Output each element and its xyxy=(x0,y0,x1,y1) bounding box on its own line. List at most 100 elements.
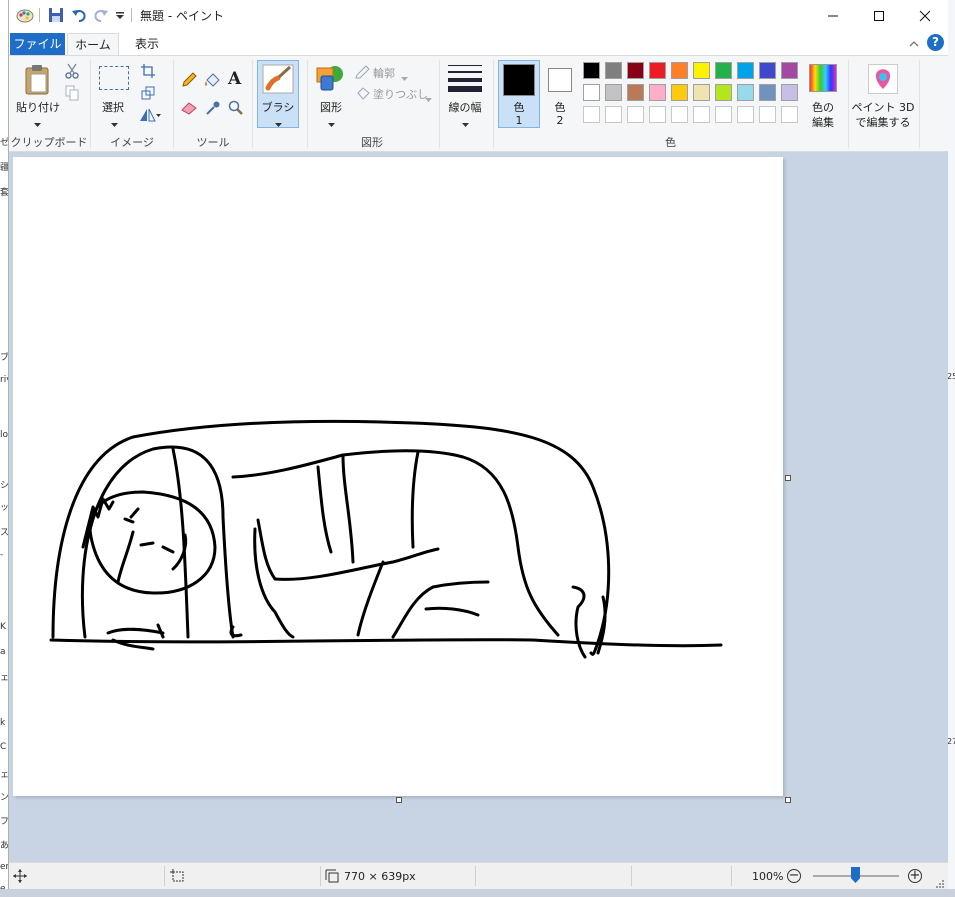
brush-label: ブラシ xyxy=(261,101,295,114)
drawing-canvas[interactable] xyxy=(13,157,783,796)
line-width-dropdown-icon[interactable] xyxy=(462,116,469,130)
palette-swatch[interactable] xyxy=(759,106,776,123)
palette-swatch[interactable] xyxy=(583,106,600,123)
palette-swatch[interactable] xyxy=(693,84,710,101)
undo-icon[interactable] xyxy=(71,6,87,24)
brush-dropdown-icon[interactable] xyxy=(275,116,282,130)
minimize-button[interactable] xyxy=(810,0,856,31)
palette-swatch[interactable] xyxy=(671,84,688,101)
edit-colors-icon[interactable] xyxy=(809,64,837,92)
shapes-button[interactable]: 図形 xyxy=(313,99,349,115)
line-width-button[interactable]: 線の幅 xyxy=(441,99,489,115)
background-window-left: ゼ 疆 套 ブ riv lo シ ッ ス - K a ェ k C ェ ン フ あ… xyxy=(0,0,12,897)
collapse-ribbon-icon[interactable] xyxy=(909,37,919,51)
palette-swatch[interactable] xyxy=(605,106,622,123)
color-picker-icon[interactable] xyxy=(205,100,221,119)
shapes-icon[interactable] xyxy=(315,64,345,95)
palette-swatch[interactable] xyxy=(715,62,732,79)
palette-swatch[interactable] xyxy=(605,84,622,101)
tools-group-label: ツール xyxy=(196,136,230,149)
resize-grip-icon[interactable] xyxy=(934,877,944,891)
group-separator xyxy=(919,60,920,148)
status-separator xyxy=(164,866,165,886)
select-icon[interactable] xyxy=(99,66,129,90)
image-group-label: イメージ xyxy=(110,136,154,149)
palette-swatch[interactable] xyxy=(759,62,776,79)
palette-swatch[interactable] xyxy=(627,62,644,79)
palette-swatch[interactable] xyxy=(737,84,754,101)
tab-home[interactable]: ホーム xyxy=(67,33,119,55)
palette-swatch[interactable] xyxy=(737,62,754,79)
status-separator xyxy=(731,866,732,886)
palette-swatch[interactable] xyxy=(781,84,798,101)
select-button[interactable]: 選択 xyxy=(95,99,131,115)
palette-swatch[interactable] xyxy=(715,84,732,101)
paint3d-line1[interactable]: ペイント 3D xyxy=(851,99,915,115)
fill-icon[interactable] xyxy=(355,86,371,103)
resize-handle-corner[interactable] xyxy=(785,797,791,803)
edit-colors-line1[interactable]: 色の xyxy=(803,99,843,115)
resize-handle-bottom[interactable] xyxy=(396,797,402,803)
paint3d-icon[interactable] xyxy=(868,64,898,94)
save-icon[interactable] xyxy=(48,6,64,24)
fill-button[interactable]: 塗りつぶし xyxy=(373,86,428,102)
close-button[interactable] xyxy=(902,0,948,31)
cut-icon[interactable] xyxy=(65,63,79,82)
fill-bucket-icon[interactable] xyxy=(204,72,220,91)
palette-swatch[interactable] xyxy=(605,62,622,79)
paint-app-icon[interactable] xyxy=(16,6,34,24)
palette-swatch[interactable] xyxy=(693,106,710,123)
resize-handle-right[interactable] xyxy=(785,475,791,481)
palette-swatch[interactable] xyxy=(627,106,644,123)
paste-dropdown-icon[interactable] xyxy=(34,116,41,130)
copy-icon[interactable] xyxy=(65,85,79,104)
zoom-out-button[interactable]: − xyxy=(787,869,801,883)
palette-swatch[interactable] xyxy=(649,106,666,123)
magnifier-icon[interactable] xyxy=(228,100,244,119)
palette-swatch[interactable] xyxy=(715,106,732,123)
outline-icon[interactable] xyxy=(355,65,371,82)
tab-file[interactable]: ファイル xyxy=(10,33,65,55)
qa-separator xyxy=(39,8,40,22)
paste-icon[interactable] xyxy=(24,64,52,99)
paint3d-line2[interactable]: で編集する xyxy=(851,114,915,130)
palette-swatch[interactable] xyxy=(781,62,798,79)
palette-swatch[interactable] xyxy=(583,84,600,101)
tab-view[interactable]: 表示 xyxy=(125,33,169,55)
fill-dropdown-icon[interactable] xyxy=(425,91,432,105)
palette-swatch[interactable] xyxy=(583,62,600,79)
maximize-icon xyxy=(874,10,884,21)
zoom-slider-thumb[interactable] xyxy=(851,867,860,883)
palette-swatch[interactable] xyxy=(693,62,710,79)
window-title: 無題 - ペイント xyxy=(140,9,224,23)
color2-swatch[interactable] xyxy=(548,68,572,92)
crop-icon[interactable] xyxy=(141,64,155,81)
text-tool-icon[interactable]: A xyxy=(228,69,241,89)
resize-icon[interactable] xyxy=(141,86,155,103)
palette-swatch[interactable] xyxy=(737,106,754,123)
palette-swatch[interactable] xyxy=(627,84,644,101)
pencil-icon[interactable] xyxy=(181,72,197,91)
customize-qa-dropdown-icon[interactable] xyxy=(115,6,125,24)
edit-colors-line2[interactable]: 編集 xyxy=(803,114,843,130)
maximize-button[interactable] xyxy=(856,0,902,31)
redo-icon[interactable] xyxy=(93,6,109,24)
palette-swatch[interactable] xyxy=(649,84,666,101)
outline-dropdown-icon[interactable] xyxy=(401,70,408,84)
bg-text: lo xyxy=(0,430,9,440)
help-icon[interactable]: ? xyxy=(927,34,944,51)
zoom-in-button[interactable]: + xyxy=(908,869,922,883)
line-width-icon[interactable] xyxy=(448,64,482,95)
select-dropdown-icon[interactable] xyxy=(111,116,118,130)
palette-swatch[interactable] xyxy=(671,106,688,123)
paste-button[interactable]: 貼り付け xyxy=(15,99,61,115)
palette-swatch[interactable] xyxy=(781,106,798,123)
palette-swatch[interactable] xyxy=(759,84,776,101)
palette-swatch[interactable] xyxy=(649,62,666,79)
palette-swatch[interactable] xyxy=(671,62,688,79)
shapes-dropdown-icon[interactable] xyxy=(328,116,335,130)
eraser-icon[interactable] xyxy=(181,101,197,118)
outline-button[interactable]: 輪郭 xyxy=(373,65,395,81)
rotate-icon[interactable] xyxy=(139,108,161,125)
bg-text: k xyxy=(0,718,6,728)
